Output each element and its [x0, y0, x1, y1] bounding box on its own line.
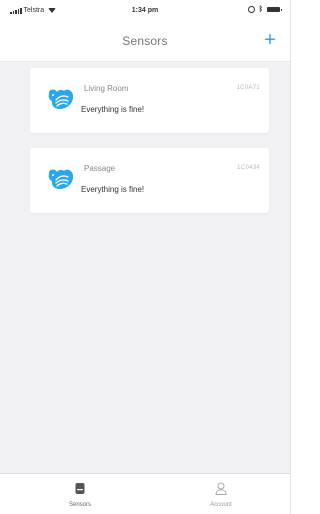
tab-sensors[interactable]: Sensors	[40, 474, 120, 514]
nav-bar: Sensors +	[0, 20, 290, 62]
battery-icon	[267, 7, 282, 12]
sensor-id: 1C0A71	[236, 85, 260, 91]
tab-label: Sensors	[68, 502, 91, 508]
sensor-status: Everything is fine!	[81, 185, 145, 194]
sensor-card-passage[interactable]: Passage 1C0434 Everything is fine!	[30, 148, 269, 213]
add-sensor-button[interactable]: +	[260, 30, 280, 50]
bluetooth-icon: ᛒ	[258, 6, 263, 13]
status-right: ᛒ	[247, 6, 282, 13]
tab-account[interactable]: Account	[181, 474, 261, 514]
page-title: Sensors	[122, 34, 168, 48]
sensor-name: Passage	[84, 164, 116, 173]
status-bar: Telstra 1:34 pm ᛒ	[0, 0, 290, 20]
sensor-status: Everything is fine!	[81, 105, 145, 114]
sensor-card-living-room[interactable]: Living Room 1C0A71 Everything is fine!	[30, 68, 269, 133]
sensor-id: 1C0434	[237, 165, 260, 171]
sensor-icon	[75, 483, 85, 494]
sensor-name: Living Room	[84, 84, 129, 93]
person-icon	[215, 482, 227, 495]
tab-label: Account	[210, 502, 232, 508]
tab-bar: Sensors Account	[0, 473, 290, 514]
bird-logo-icon	[48, 89, 74, 109]
status-time: 1:34 pm	[131, 7, 159, 14]
bird-logo-icon	[48, 169, 74, 189]
rotation-lock-icon	[247, 6, 255, 13]
app-screen: Telstra 1:34 pm ᛒ Sensors + Living Room …	[0, 0, 291, 514]
